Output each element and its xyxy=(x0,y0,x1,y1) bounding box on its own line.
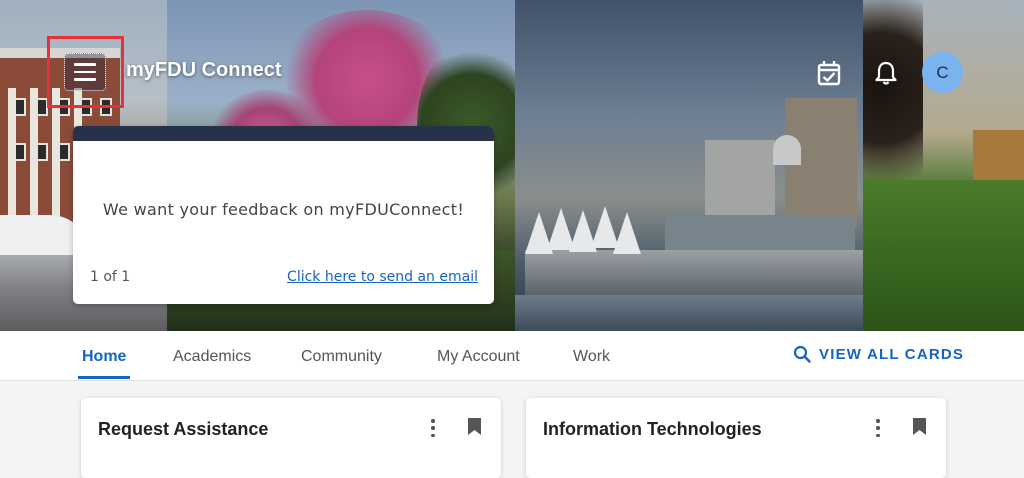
send-email-link[interactable]: Click here to send an email xyxy=(287,269,478,285)
calendar-check-icon[interactable] xyxy=(814,58,844,88)
app-title: myFDU Connect xyxy=(126,59,282,81)
card-information-technologies: Information Technologies xyxy=(526,398,946,478)
card-request-assistance: Request Assistance xyxy=(81,398,501,478)
feedback-pager: 1 of 1 xyxy=(90,269,131,285)
more-options-icon[interactable] xyxy=(428,419,438,437)
card-title: Request Assistance xyxy=(98,419,269,439)
bell-icon[interactable] xyxy=(871,58,901,88)
tab-work[interactable]: Work xyxy=(573,331,610,381)
hamburger-menu-icon xyxy=(74,63,96,66)
bookmark-icon[interactable] xyxy=(913,418,926,435)
hero-image-park-tree xyxy=(863,0,1024,331)
tab-home[interactable]: Home xyxy=(77,331,131,381)
tab-academics[interactable]: Academics xyxy=(173,331,251,381)
view-all-cards-button[interactable]: VIEW ALL CARDS xyxy=(793,345,964,363)
more-options-icon[interactable] xyxy=(873,419,883,437)
view-all-cards-label: VIEW ALL CARDS xyxy=(819,345,965,363)
feedback-card: We want your feedback on myFDUConnect! 1… xyxy=(73,126,494,304)
feedback-card-header-bar xyxy=(73,126,494,141)
feedback-message: We want your feedback on myFDUConnect! xyxy=(102,200,465,219)
tab-community[interactable]: Community xyxy=(301,331,382,381)
card-title: Information Technologies xyxy=(543,419,762,439)
tab-my-account[interactable]: My Account xyxy=(437,331,520,381)
search-icon xyxy=(793,345,811,363)
hamburger-menu-button[interactable] xyxy=(64,53,106,91)
bookmark-icon[interactable] xyxy=(468,418,481,435)
main-nav: Home Academics Community My Account Work… xyxy=(0,331,1024,381)
avatar[interactable]: C xyxy=(922,52,963,93)
hero-image-city-harbor xyxy=(515,0,863,331)
